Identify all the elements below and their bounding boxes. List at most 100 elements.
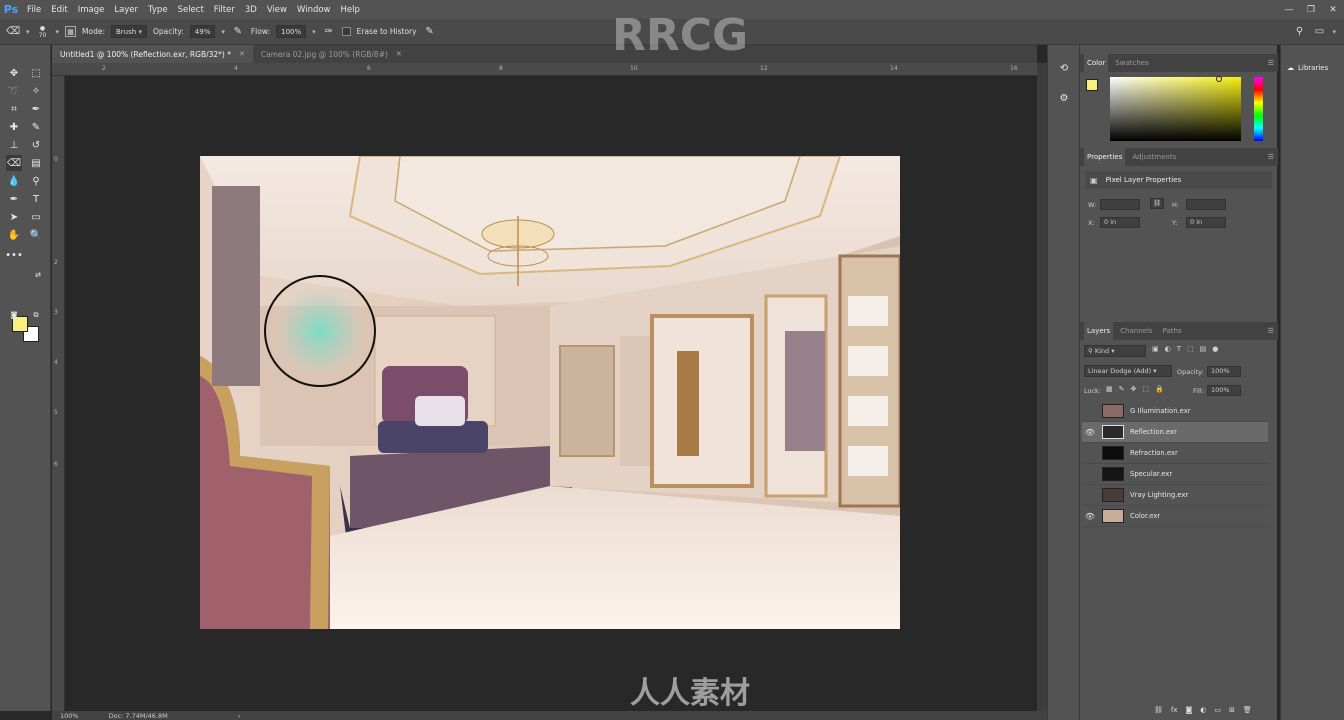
gradient-tool-icon[interactable]: ▤ [28,155,44,171]
layer-row[interactable]: Refraction.exr [1082,443,1268,464]
pen-tool-icon[interactable]: ✒ [6,191,22,207]
color-fg-swatch[interactable] [1086,79,1098,91]
filter-toggle-icon[interactable]: ● [1212,345,1218,353]
y-input[interactable]: 0 in [1186,217,1226,228]
search-icon[interactable]: ⚲ [1292,25,1306,39]
tab-channels[interactable]: Channels [1117,322,1155,340]
menu-edit[interactable]: Edit [46,5,72,15]
lock-position-icon[interactable]: ✥ [1131,385,1137,393]
pixel-filter-icon[interactable]: ▣ [1152,345,1159,353]
close-icon[interactable]: ✕ [396,50,402,58]
screen-mode-icon[interactable]: ⧉ [28,307,44,323]
hand-tool-icon[interactable]: ✋ [6,227,22,243]
mode-select[interactable]: Brush ▾ [111,25,147,38]
layer-row[interactable]: 👁 Reflection.exr [1082,422,1268,443]
history-panel-icon[interactable]: ⟲ [1056,60,1072,76]
new-layer-icon[interactable]: ⊞ [1229,706,1235,714]
libraries-button[interactable]: ☁ Libraries [1287,64,1328,72]
restore-button[interactable]: ❐ [1300,5,1322,15]
color-field[interactable] [1110,76,1241,141]
eyedropper-icon[interactable]: ✒ [28,101,44,117]
tab-camera-02[interactable]: Camera 02.jpg @ 100% (RGB/8#) ✕ [253,45,410,63]
tab-paths[interactable]: Paths [1160,322,1185,340]
crop-tool-icon[interactable]: ⌗ [6,101,22,117]
tab-untitled1[interactable]: Untitled1 @ 100% (Reflection.exr, RGB/32… [52,45,253,63]
menu-3d[interactable]: 3D [240,5,262,15]
panel-menu-icon[interactable]: ☰ [1268,327,1274,335]
layer-filter-select[interactable]: ⚲ Kind ▾ [1084,345,1146,357]
tab-color[interactable]: Color [1084,54,1109,72]
eraser-tool-icon[interactable]: ⌫ [6,25,20,39]
mask-icon[interactable]: ◙ [1186,706,1193,714]
flow-input[interactable]: 100% [276,25,307,38]
menu-image[interactable]: Image [73,5,110,15]
more-tools-icon[interactable]: ••• [5,247,23,263]
color-picker-marker[interactable] [1216,76,1222,82]
menu-filter[interactable]: Filter [209,5,240,15]
w-input[interactable] [1100,199,1140,210]
dodge-tool-icon[interactable]: ⚲ [28,173,44,189]
x-input[interactable]: 0 in [1100,217,1140,228]
brush-tool-icon[interactable]: ✎ [28,119,44,135]
pressure-size-icon[interactable]: ✎ [423,25,437,39]
tab-layers[interactable]: Layers [1084,322,1114,340]
fill-input[interactable]: 100% [1207,385,1241,396]
layer-row[interactable]: G Illumination.exr [1082,401,1268,422]
airbrush-icon[interactable]: ✑ [322,25,336,39]
menu-view[interactable]: View [262,5,292,15]
type-filter-icon[interactable]: T [1177,345,1181,353]
ruler-horizontal[interactable]: 2 4 6 8 10 12 14 16 [52,63,1037,76]
link-layers-icon[interactable]: ⛓ [1154,706,1163,714]
lock-all-icon[interactable]: 🔒 [1155,385,1164,393]
h-input[interactable] [1186,199,1226,210]
brush-preset-icon[interactable]: ● 70 [36,25,50,39]
smart-filter-icon[interactable]: ▤ [1200,345,1207,353]
shape-filter-icon[interactable]: ⬚ [1187,345,1194,353]
close-button[interactable]: ✕ [1322,5,1344,15]
adjustment-layer-icon[interactable]: ◐ [1200,706,1206,714]
magic-wand-icon[interactable]: ✧ [28,83,44,99]
opacity-dropdown[interactable]: ▾ [221,28,225,36]
lock-transparent-icon[interactable]: ▦ [1106,385,1113,393]
canvas-scrollbar[interactable] [1037,63,1047,711]
menu-select[interactable]: Select [173,5,209,15]
eraser-tool-icon[interactable]: ⌫ [6,155,22,171]
close-icon[interactable]: ✕ [239,50,245,58]
marquee-tool-icon[interactable]: ⬚ [28,65,44,81]
tab-adjustments[interactable]: Adjustments [1129,148,1179,166]
document-image[interactable] [200,156,900,629]
status-arrow-icon[interactable]: › [238,712,241,720]
layer-row[interactable]: 👁 Color.exr [1082,506,1268,527]
menu-file[interactable]: File [22,5,46,15]
opacity-input[interactable]: 49% [189,25,216,38]
fx-icon[interactable]: fx [1171,706,1178,714]
layer-row[interactable]: Vray Lighting.exr [1082,485,1268,506]
lock-pixels-icon[interactable]: ✎ [1119,385,1125,393]
brush-panel-icon[interactable]: ▦ [65,26,77,37]
pressure-opacity-icon[interactable]: ✎ [231,25,245,39]
layer-opacity-input[interactable]: 100% [1207,366,1241,377]
menu-layer[interactable]: Layer [109,5,143,15]
menu-window[interactable]: Window [292,5,336,15]
workspace-dropdown[interactable]: ▾ [1332,28,1336,36]
blend-mode-select[interactable]: Linear Dodge (Add) ▾ [1084,365,1172,377]
quick-mask-icon[interactable]: ◙ [6,307,22,323]
layer-row[interactable]: Specular.exr [1082,464,1268,485]
flow-dropdown[interactable]: ▾ [312,28,316,36]
ruler-vertical[interactable]: 0 2 3 4 5 6 [52,76,65,711]
history-brush-icon[interactable]: ↺ [28,137,44,153]
eye-icon[interactable]: 👁 [1082,512,1098,521]
healing-brush-icon[interactable]: ✚ [6,119,22,135]
rectangle-tool-icon[interactable]: ▭ [28,209,44,225]
panel-menu-icon[interactable]: ☰ [1268,153,1274,161]
tool-preset-dropdown[interactable]: ▾ [26,28,30,36]
swap-colors-icon[interactable]: ⇄ [30,267,46,283]
move-tool-icon[interactable]: ✥ [6,65,22,81]
link-icon[interactable]: ⛓ [1150,198,1164,209]
minimize-button[interactable]: — [1278,5,1300,15]
trash-icon[interactable]: 🗑 [1243,706,1252,714]
erase-history-checkbox[interactable] [341,27,351,36]
type-tool-icon[interactable]: T [28,191,44,207]
path-selection-icon[interactable]: ➤ [6,209,22,225]
lasso-tool-icon[interactable]: ➰ [6,83,22,99]
